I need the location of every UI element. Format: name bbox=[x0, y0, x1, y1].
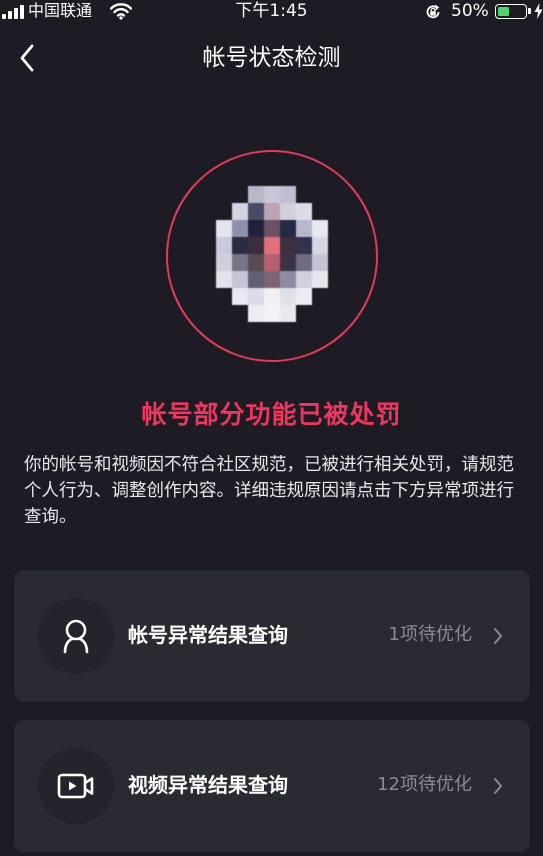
avatar bbox=[216, 186, 328, 322]
avatar-pixel bbox=[248, 237, 264, 254]
avatar-pixel bbox=[264, 271, 280, 288]
avatar-pixel bbox=[216, 203, 232, 220]
avatar-pixel bbox=[296, 305, 312, 322]
avatar-pixel bbox=[280, 271, 296, 288]
avatar-pixel bbox=[280, 254, 296, 271]
avatar-pixel bbox=[312, 186, 328, 203]
avatar-pixel bbox=[296, 220, 312, 237]
avatar-pixel bbox=[216, 271, 232, 288]
chevron-right-icon bbox=[490, 624, 506, 648]
charging-icon bbox=[534, 3, 543, 23]
penalty-description: 你的帐号和视频因不符合社区规范，已被进行相关处罚，请规范个人行为、调整创作内容。… bbox=[24, 455, 514, 527]
avatar-pixel bbox=[296, 254, 312, 271]
avatar-pixel bbox=[232, 186, 248, 203]
card-status: 1项待优化 bbox=[388, 624, 472, 645]
avatar-pixel bbox=[280, 288, 296, 305]
battery-percent: 50% bbox=[451, 1, 489, 21]
rotation-lock-icon bbox=[424, 3, 442, 25]
video-icon bbox=[38, 748, 114, 824]
avatar-pixel bbox=[264, 237, 280, 254]
avatar-pixel bbox=[296, 271, 312, 288]
avatar-pixel bbox=[216, 305, 232, 322]
avatar-pixel bbox=[248, 305, 264, 322]
avatar-pixel bbox=[312, 305, 328, 322]
avatar-pixel bbox=[264, 288, 280, 305]
avatar-pixel bbox=[248, 186, 264, 203]
avatar-pixel bbox=[248, 288, 264, 305]
battery-icon bbox=[495, 4, 527, 19]
screen: 中国联通 下午1:45 50% 帐号状态检测 帐号部分功能已被处罚 你的帐号和视… bbox=[0, 0, 543, 856]
avatar-pixel bbox=[280, 237, 296, 254]
avatar-pixel bbox=[264, 203, 280, 220]
avatar-pixel bbox=[312, 203, 328, 220]
avatar-pixel bbox=[216, 237, 232, 254]
avatar-pixel bbox=[248, 271, 264, 288]
account-check-card[interactable]: 帐号异常结果查询 1项待优化 bbox=[14, 570, 530, 702]
page-title: 帐号状态检测 bbox=[202, 45, 341, 71]
avatar-pixel bbox=[232, 288, 248, 305]
avatar-pixel bbox=[312, 271, 328, 288]
avatar-pixel bbox=[232, 203, 248, 220]
avatar-pixel bbox=[232, 220, 248, 237]
avatar-pixel bbox=[232, 237, 248, 254]
avatar-pixel bbox=[264, 305, 280, 322]
avatar-pixel bbox=[296, 237, 312, 254]
chevron-right-icon bbox=[490, 774, 506, 798]
avatar-pixel bbox=[312, 220, 328, 237]
status-bar: 中国联通 下午1:45 50% bbox=[0, 0, 543, 24]
avatar-pixel bbox=[296, 288, 312, 305]
video-check-card[interactable]: 视频异常结果查询 12项待优化 bbox=[14, 720, 530, 852]
avatar-pixel bbox=[216, 186, 232, 203]
battery-level bbox=[498, 7, 509, 16]
avatar-pixel bbox=[280, 220, 296, 237]
card-label: 视频异常结果查询 bbox=[128, 773, 288, 797]
avatar-pixel bbox=[248, 254, 264, 271]
avatar-pixel bbox=[264, 186, 280, 203]
avatar-pixel bbox=[280, 203, 296, 220]
avatar-pixel bbox=[232, 305, 248, 322]
avatar-pixel bbox=[248, 203, 264, 220]
avatar-pixel bbox=[216, 254, 232, 271]
avatar-pixel bbox=[264, 254, 280, 271]
avatar-pixel bbox=[296, 186, 312, 203]
penalty-title: 帐号部分功能已被处罚 bbox=[141, 400, 402, 429]
avatar-pixel bbox=[312, 288, 328, 305]
avatar-pixel bbox=[280, 305, 296, 322]
card-status: 12项待优化 bbox=[377, 774, 472, 795]
avatar-pixel bbox=[232, 254, 248, 271]
avatar-pixel bbox=[232, 271, 248, 288]
avatar-pixel bbox=[264, 220, 280, 237]
avatar-pixel bbox=[280, 186, 296, 203]
avatar-pixel bbox=[248, 220, 264, 237]
user-icon bbox=[38, 598, 114, 674]
battery-tip bbox=[528, 8, 531, 14]
avatar-pixel bbox=[216, 288, 232, 305]
avatar-pixel bbox=[296, 203, 312, 220]
avatar-pixel bbox=[312, 237, 328, 254]
avatar-pixel bbox=[312, 254, 328, 271]
avatar-pixel bbox=[216, 220, 232, 237]
card-label: 帐号异常结果查询 bbox=[128, 623, 288, 647]
